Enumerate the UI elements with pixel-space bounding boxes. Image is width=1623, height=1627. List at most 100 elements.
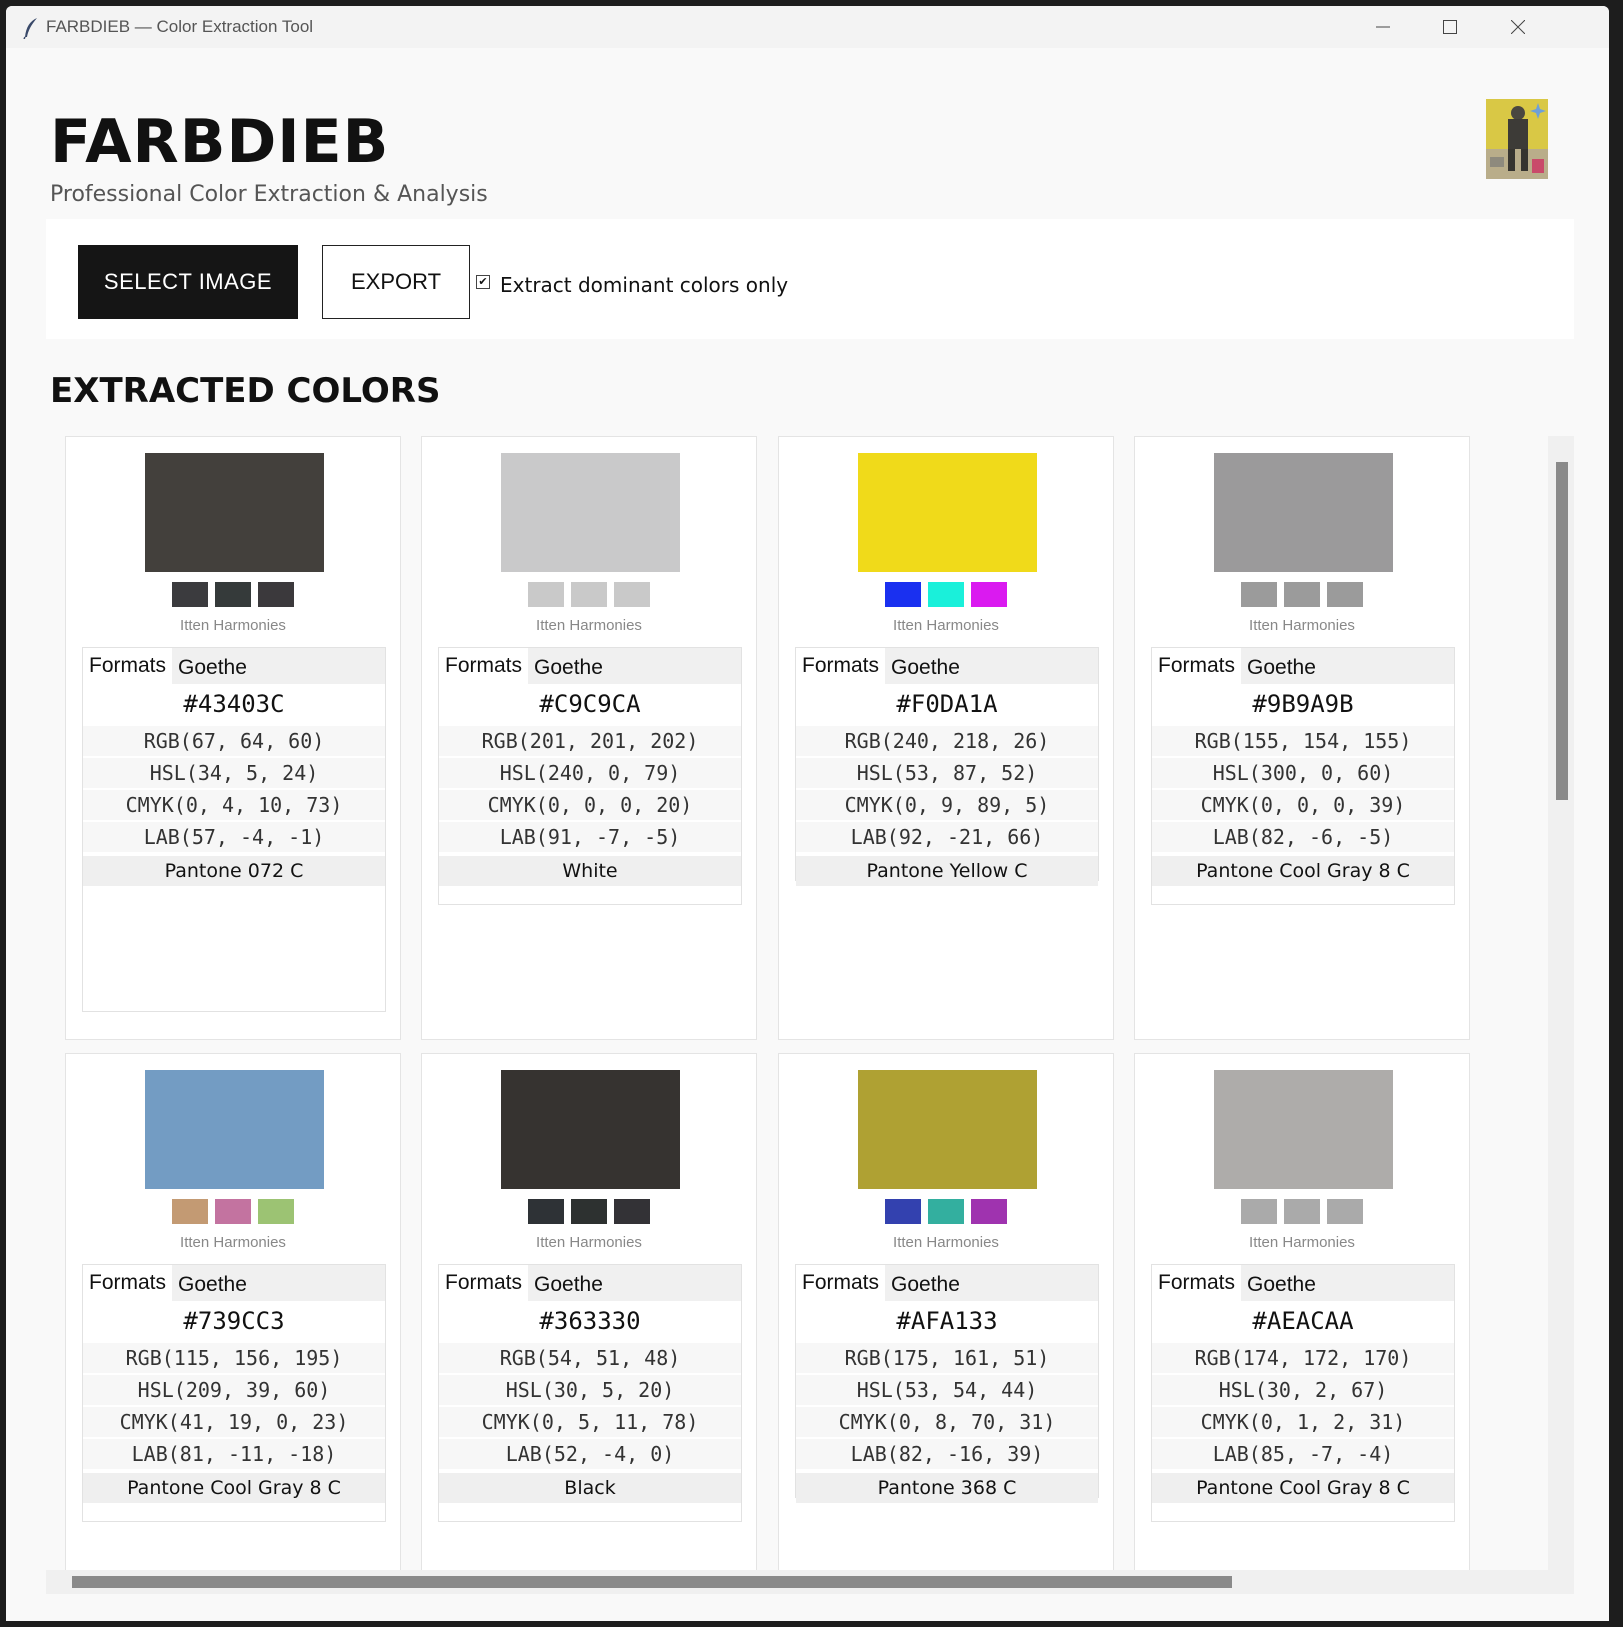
close-button[interactable]	[1484, 6, 1552, 48]
harmony-swatch[interactable]	[1241, 1199, 1277, 1224]
harmony-swatch[interactable]	[571, 1199, 607, 1224]
color-swatch[interactable]	[858, 453, 1037, 572]
cmyk-value[interactable]: CMYK(0, 4, 10, 73)	[83, 788, 385, 820]
color-card[interactable]: Itten Harmonies Formats Goethe #AEACAA RGB(1…	[1134, 1053, 1470, 1572]
color-swatch[interactable]	[1214, 453, 1393, 572]
cmyk-value[interactable]: CMYK(0, 0, 0, 20)	[439, 788, 741, 820]
color-card[interactable]: Itten Harmonies Formats Goethe #363330 RGB(5…	[421, 1053, 757, 1572]
harmony-swatch[interactable]	[1284, 582, 1320, 607]
hsl-value[interactable]: HSL(30, 2, 67)	[1152, 1373, 1454, 1405]
tab-formats[interactable]: Formats	[83, 648, 173, 684]
rgb-value[interactable]: RGB(54, 51, 48)	[439, 1341, 741, 1373]
lab-value[interactable]: LAB(57, -4, -1)	[83, 820, 385, 852]
color-swatch[interactable]	[145, 453, 324, 572]
harmony-swatch[interactable]	[215, 582, 251, 607]
color-swatch[interactable]	[145, 1070, 324, 1189]
cmyk-value[interactable]: CMYK(0, 1, 2, 31)	[1152, 1405, 1454, 1437]
harmony-swatch[interactable]	[571, 582, 607, 607]
harmony-swatch[interactable]	[528, 1199, 564, 1224]
harmony-swatch[interactable]	[528, 582, 564, 607]
title-bar[interactable]: FARBDIEB — Color Extraction Tool	[6, 6, 1609, 48]
tab-formats[interactable]: Formats	[439, 648, 529, 684]
harmony-swatch[interactable]	[614, 582, 650, 607]
harmony-swatch[interactable]	[172, 1199, 208, 1224]
vertical-scrollbar-thumb[interactable]	[1556, 462, 1568, 800]
select-image-button[interactable]: SELECT IMAGE	[78, 245, 298, 319]
tab-formats[interactable]: Formats	[1152, 1265, 1242, 1301]
harmony-swatch[interactable]	[258, 582, 294, 607]
rgb-value[interactable]: RGB(174, 172, 170)	[1152, 1341, 1454, 1373]
lab-value[interactable]: LAB(82, -16, 39)	[796, 1437, 1098, 1469]
color-swatch[interactable]	[501, 1070, 680, 1189]
tab-goethe[interactable]: Goethe	[885, 1265, 966, 1301]
cmyk-value[interactable]: CMYK(0, 9, 89, 5)	[796, 788, 1098, 820]
harmony-swatch[interactable]	[1327, 1199, 1363, 1224]
harmony-swatch[interactable]	[1284, 1199, 1320, 1224]
hsl-value[interactable]: HSL(209, 39, 60)	[83, 1373, 385, 1405]
cmyk-value[interactable]: CMYK(0, 0, 0, 39)	[1152, 788, 1454, 820]
harmony-swatch[interactable]	[885, 582, 921, 607]
hex-value[interactable]: #9B9A9B	[1152, 684, 1454, 724]
harmony-swatch[interactable]	[172, 582, 208, 607]
hsl-value[interactable]: HSL(240, 0, 79)	[439, 756, 741, 788]
harmony-swatch[interactable]	[1241, 582, 1277, 607]
vertical-scrollbar[interactable]	[1548, 436, 1574, 1572]
rgb-value[interactable]: RGB(115, 156, 195)	[83, 1341, 385, 1373]
hsl-value[interactable]: HSL(300, 0, 60)	[1152, 756, 1454, 788]
tab-goethe[interactable]: Goethe	[1241, 648, 1322, 684]
lab-value[interactable]: LAB(91, -7, -5)	[439, 820, 741, 852]
rgb-value[interactable]: RGB(155, 154, 155)	[1152, 724, 1454, 756]
lab-value[interactable]: LAB(92, -21, 66)	[796, 820, 1098, 852]
harmony-swatch[interactable]	[1327, 582, 1363, 607]
cmyk-value[interactable]: CMYK(41, 19, 0, 23)	[83, 1405, 385, 1437]
color-card[interactable]: Itten Harmonies Formats Goethe #F0DA1A RGB(2…	[778, 436, 1114, 1040]
hex-value[interactable]: #AEACAA	[1152, 1301, 1454, 1341]
rgb-value[interactable]: RGB(240, 218, 26)	[796, 724, 1098, 756]
lab-value[interactable]: LAB(82, -6, -5)	[1152, 820, 1454, 852]
harmony-swatch[interactable]	[928, 582, 964, 607]
hex-value[interactable]: #AFA133	[796, 1301, 1098, 1341]
color-card[interactable]: Itten Harmonies Formats Goethe #C9C9CA RGB(2…	[421, 436, 757, 1040]
harmony-swatch[interactable]	[885, 1199, 921, 1224]
dominant-colors-checkbox[interactable]: ✔ Extract dominant colors only	[476, 273, 788, 297]
hex-value[interactable]: #363330	[439, 1301, 741, 1341]
color-card[interactable]: Itten Harmonies Formats Goethe #43403C RGB(6…	[65, 436, 401, 1040]
lab-value[interactable]: LAB(85, -7, -4)	[1152, 1437, 1454, 1469]
color-swatch[interactable]	[1214, 1070, 1393, 1189]
hsl-value[interactable]: HSL(34, 5, 24)	[83, 756, 385, 788]
tab-goethe[interactable]: Goethe	[528, 1265, 609, 1301]
rgb-value[interactable]: RGB(67, 64, 60)	[83, 724, 385, 756]
horizontal-scrollbar-thumb[interactable]	[72, 1576, 1232, 1588]
harmony-swatch[interactable]	[215, 1199, 251, 1224]
hsl-value[interactable]: HSL(53, 54, 44)	[796, 1373, 1098, 1405]
hex-value[interactable]: #F0DA1A	[796, 684, 1098, 724]
hex-value[interactable]: #739CC3	[83, 1301, 385, 1341]
tab-formats[interactable]: Formats	[796, 1265, 886, 1301]
horizontal-scrollbar[interactable]	[46, 1570, 1574, 1594]
color-card[interactable]: Itten Harmonies Formats Goethe #739CC3 RGB(1…	[65, 1053, 401, 1572]
harmony-swatch[interactable]	[614, 1199, 650, 1224]
cmyk-value[interactable]: CMYK(0, 5, 11, 78)	[439, 1405, 741, 1437]
hex-value[interactable]: #C9C9CA	[439, 684, 741, 724]
tab-goethe[interactable]: Goethe	[172, 1265, 253, 1301]
rgb-value[interactable]: RGB(175, 161, 51)	[796, 1341, 1098, 1373]
tab-goethe[interactable]: Goethe	[885, 648, 966, 684]
harmony-swatch[interactable]	[258, 1199, 294, 1224]
cmyk-value[interactable]: CMYK(0, 8, 70, 31)	[796, 1405, 1098, 1437]
lab-value[interactable]: LAB(81, -11, -18)	[83, 1437, 385, 1469]
minimize-button[interactable]	[1349, 6, 1417, 48]
export-button[interactable]: EXPORT	[322, 245, 470, 319]
hex-value[interactable]: #43403C	[83, 684, 385, 724]
color-swatch[interactable]	[858, 1070, 1037, 1189]
color-card[interactable]: Itten Harmonies Formats Goethe #9B9A9B RGB(1…	[1134, 436, 1470, 1040]
hsl-value[interactable]: HSL(30, 5, 20)	[439, 1373, 741, 1405]
tab-goethe[interactable]: Goethe	[172, 648, 253, 684]
tab-goethe[interactable]: Goethe	[528, 648, 609, 684]
harmony-swatch[interactable]	[971, 1199, 1007, 1224]
harmony-swatch[interactable]	[928, 1199, 964, 1224]
color-card[interactable]: Itten Harmonies Formats Goethe #AFA133 RGB(1…	[778, 1053, 1114, 1572]
tab-formats[interactable]: Formats	[439, 1265, 529, 1301]
tab-formats[interactable]: Formats	[83, 1265, 173, 1301]
checkbox-check-icon[interactable]: ✔	[476, 275, 490, 289]
lab-value[interactable]: LAB(52, -4, 0)	[439, 1437, 741, 1469]
